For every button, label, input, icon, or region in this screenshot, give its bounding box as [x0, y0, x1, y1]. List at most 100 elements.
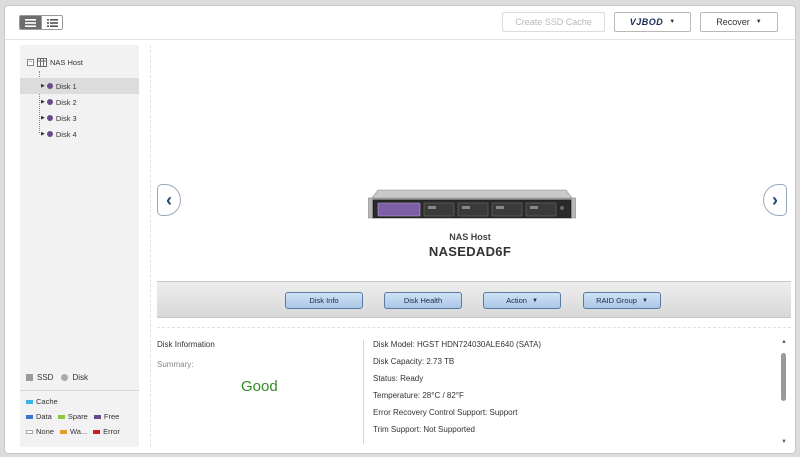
previous-device-button[interactable]: ‹ [157, 184, 181, 216]
toolbar: Create SSD Cache VJBOD ▼ Recover ▼ [5, 6, 795, 40]
disk-icon [46, 99, 53, 105]
tree-root-label: NAS Host [50, 58, 83, 67]
detail-disk-capacity: Disk Capacity: 2.73 TB [373, 357, 455, 366]
legend-divider [20, 390, 139, 391]
summary-value: Good [241, 378, 278, 395]
tree-item-label: Disk 1 [55, 81, 77, 91]
legend-label: Spare [67, 412, 88, 421]
summary-label: Summary: [157, 360, 194, 369]
detail-list-view-button[interactable] [41, 16, 62, 29]
panel-divider [150, 45, 151, 447]
legend-label: Cache [36, 397, 58, 406]
none-swatch [26, 429, 33, 434]
detail-status: Status: Ready [373, 374, 424, 383]
tree-root-nas-host[interactable]: − NAS Host [27, 58, 83, 67]
ssd-square-icon [26, 374, 33, 381]
tree-item-disk-1[interactable]: ▶ Disk 1 [20, 78, 139, 94]
chevron-right-icon: › [772, 190, 778, 210]
caret-down-icon: ▼ [641, 297, 648, 304]
chevron-left-icon: ‹ [166, 190, 172, 210]
legend-item-spare: Spare [57, 412, 88, 421]
vjbod-button[interactable]: VJBOD ▼ [614, 12, 691, 32]
action-label: Action [506, 296, 527, 305]
chevron-down-icon: ▼ [669, 19, 676, 25]
nas-device-image [368, 189, 576, 219]
vjbod-label: VJBOD [629, 17, 664, 27]
disk-health-button[interactable]: Disk Health [384, 292, 462, 309]
recover-button[interactable]: Recover ▼ [700, 12, 778, 32]
info-scrollbar[interactable]: ▲ ▼ [780, 339, 788, 447]
legend-item-error: Error [93, 427, 120, 436]
legend-item-cache: Cache [26, 397, 58, 406]
action-bar: Disk Info Disk Health Action ▼ RAID Grou… [157, 281, 791, 318]
nas-host-icon [37, 58, 47, 67]
legend-item-free: Free [93, 412, 120, 421]
create-ssd-cache-button[interactable]: Create SSD Cache [502, 12, 605, 32]
next-device-button[interactable]: › [763, 184, 787, 216]
raid-group-dropdown-button[interactable]: RAID Group ▼ [583, 292, 661, 309]
list-view-button[interactable] [20, 16, 41, 29]
tree-item-label: Disk 3 [55, 113, 77, 123]
disk-icon [46, 115, 53, 121]
device-type-label: NAS Host [449, 232, 491, 242]
expand-arrow-icon: ▶ [41, 131, 45, 137]
data-swatch [26, 414, 33, 419]
legend-ssd-label: SSD [37, 373, 54, 382]
detail-disk-model: Disk Model: HGST HDN724030ALE640 (SATA) [373, 340, 542, 349]
tree-item-label: Disk 4 [55, 129, 77, 139]
scrollbar-thumb[interactable] [781, 353, 786, 401]
cache-swatch [26, 399, 33, 404]
detail-trim-support: Trim Support: Not Supported [373, 425, 475, 434]
detail-temperature: Temperature: 28°C / 82°F [373, 391, 464, 400]
scroll-down-icon[interactable]: ▼ [780, 439, 788, 445]
legend-item-none: None [26, 427, 54, 436]
legend-row-1: Cache [26, 397, 64, 406]
tree-item-disk-2[interactable]: ▶ Disk 2 [20, 94, 139, 110]
legend-row-3: None Wa... Error [26, 427, 126, 436]
view-toggle [19, 15, 63, 30]
section-divider [157, 327, 791, 328]
legend-item-data: Data [26, 412, 52, 421]
disk-icon [46, 131, 53, 137]
legend-label: Data [36, 412, 52, 421]
disk-health-label: Disk Health [403, 296, 443, 305]
disk-info-title: Disk Information [157, 340, 215, 349]
expand-arrow-icon: ▶ [41, 115, 45, 121]
create-ssd-cache-label: Create SSD Cache [515, 17, 592, 27]
tree-item-label: Disk 2 [55, 97, 77, 107]
legend-item-warning: Wa... [59, 427, 88, 436]
list-icon [25, 18, 36, 27]
legend-disk-label: Disk [72, 373, 89, 382]
spare-swatch [57, 414, 65, 419]
disk-info-label: Disk Info [309, 296, 339, 305]
legend-label: Error [103, 427, 120, 436]
expand-arrow-icon: ▶ [41, 83, 45, 89]
recover-label: Recover [716, 17, 750, 27]
legend-label: Wa... [69, 427, 88, 436]
disk-circle-icon [61, 374, 69, 381]
device-tree-panel: − NAS Host ▶ Disk 1 ▶ Disk 2 ▶ Disk 3 ▶ … [20, 45, 139, 447]
scroll-up-icon[interactable]: ▲ [780, 339, 788, 345]
device-name: NASEDAD6F [428, 244, 512, 259]
chevron-down-icon: ▼ [755, 19, 762, 25]
detail-error-recovery: Error Recovery Control Support: Support [373, 408, 518, 417]
storage-manager-window: Create SSD Cache VJBOD ▼ Recover ▼ − NAS… [4, 5, 796, 454]
raid-group-label: RAID Group [596, 296, 637, 305]
detail-list-icon [46, 18, 58, 27]
error-swatch [93, 429, 101, 434]
legend-label: None [36, 427, 54, 436]
expand-arrow-icon: ▶ [41, 99, 45, 105]
tree-item-disk-3[interactable]: ▶ Disk 3 [20, 110, 139, 126]
free-swatch [93, 414, 101, 419]
legend-row-2: Data Spare Free [26, 412, 125, 421]
warning-swatch [59, 429, 67, 434]
caret-down-icon: ▼ [531, 297, 538, 304]
info-divider [363, 340, 364, 444]
tree-item-disk-4[interactable]: ▶ Disk 4 [20, 126, 139, 142]
action-dropdown-button[interactable]: Action ▼ [483, 292, 561, 309]
disk-icon [46, 83, 53, 89]
legend-media-type: SSD Disk [26, 373, 88, 382]
disk-info-button[interactable]: Disk Info [285, 292, 363, 309]
legend-label: Free [103, 412, 120, 421]
collapse-icon[interactable]: − [27, 59, 34, 66]
